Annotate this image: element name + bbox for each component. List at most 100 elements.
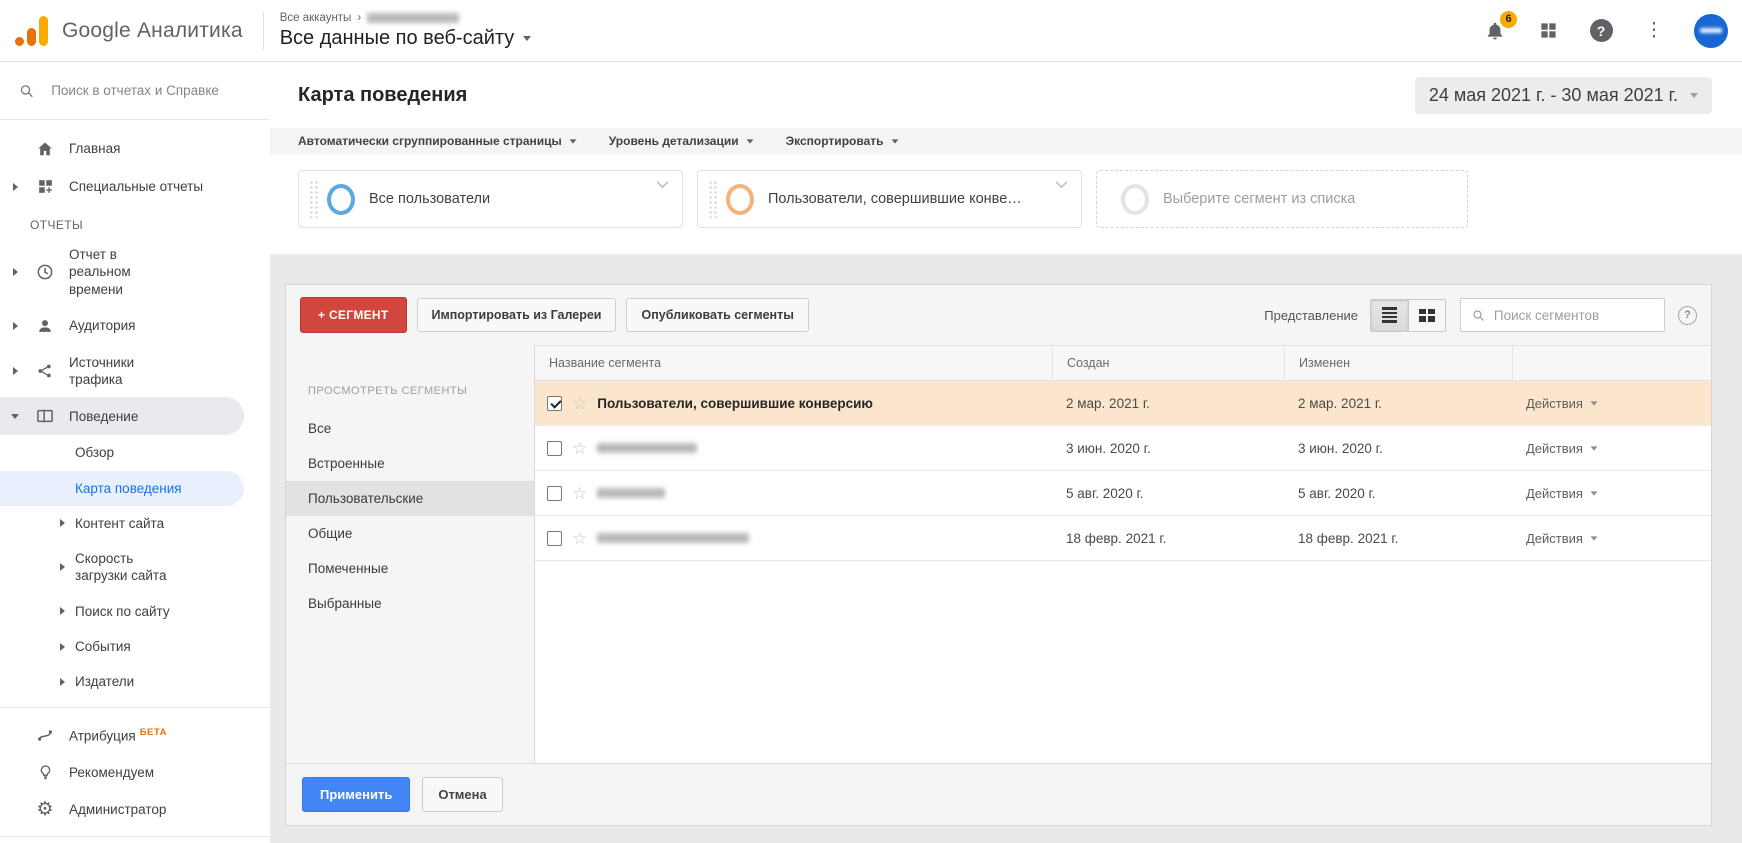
column-header-actions <box>1512 346 1711 380</box>
traffic-sources-icon <box>30 361 60 381</box>
row-checkbox[interactable] <box>547 441 562 456</box>
drag-handle-icon[interactable] <box>708 180 717 218</box>
chevron-down-icon <box>746 139 753 143</box>
sidebar-item-realtime[interactable]: Отчет в реальном времени <box>0 237 270 307</box>
actions-dropdown[interactable]: Действия <box>1512 531 1711 546</box>
row-checkbox[interactable] <box>547 396 562 411</box>
import-gallery-button[interactable]: Импортировать из Галереи <box>417 298 617 332</box>
sidebar-item-attribution[interactable]: АтрибуцияБЕТА <box>0 716 270 754</box>
segment-name-redacted <box>597 443 697 453</box>
custom-reports-icon <box>30 177 60 196</box>
table-row[interactable]: ☆ 18 февр. 2021 г. 18 февр. 2021 г. Дейс… <box>535 516 1711 561</box>
segment-chip-converters[interactable]: Пользователи, совершившие конве… <box>697 170 1082 228</box>
reports-search-input[interactable] <box>51 83 256 98</box>
sidebar-item-discover[interactable]: Рекомендуем <box>0 754 270 791</box>
add-segment-button[interactable]: + СЕГМЕНТ <box>300 297 407 333</box>
breadcrumb-all-accounts[interactable]: Все аккаунты <box>280 12 352 24</box>
apply-button[interactable]: Применить <box>302 777 410 812</box>
sidebar-item-acquisition[interactable]: Источники трафика <box>0 345 270 398</box>
apps-grid-button[interactable] <box>1535 18 1561 44</box>
segment-chip-all-users[interactable]: Все пользователи <box>298 170 683 228</box>
sidebar-item-publishers[interactable]: Издатели <box>0 664 270 699</box>
help-button[interactable]: ? <box>1588 18 1614 44</box>
list-view-button[interactable] <box>1371 300 1408 331</box>
sidebar-item-custom-reports[interactable]: Специальные отчеты <box>0 168 270 205</box>
segment-chip-placeholder[interactable]: Выберите сегмент из списка <box>1096 170 1468 228</box>
grid-view-button[interactable] <box>1408 300 1445 331</box>
segments-table: Название сегмента Создан Изменен ☆ Польз… <box>534 345 1711 763</box>
export-dropdown[interactable]: Экспортировать <box>786 134 899 148</box>
date-range-selector[interactable]: 24 мая 2021 г. - 30 мая 2021 г. <box>1415 77 1712 114</box>
filter-builtin[interactable]: Встроенные <box>286 446 534 481</box>
segment-search-input[interactable] <box>1494 308 1654 323</box>
search-icon <box>1471 307 1486 324</box>
sidebar-item-behavior-overview[interactable]: Обзор <box>0 435 270 470</box>
sidebar-search[interactable] <box>0 62 270 120</box>
chevron-down-icon <box>1591 401 1598 405</box>
actions-dropdown[interactable]: Действия <box>1512 441 1711 456</box>
expand-arrow-icon <box>60 643 65 651</box>
sidebar-item-admin[interactable]: ⚙ Администратор <box>0 791 270 828</box>
sidebar-item-site-search[interactable]: Поиск по сайту <box>0 594 270 629</box>
table-header-row: Название сегмента Создан Изменен <box>535 345 1711 381</box>
segment-search-box[interactable] <box>1460 298 1665 332</box>
table-row[interactable]: ☆ 3 июн. 2020 г. 3 июн. 2020 г. Действия <box>535 426 1711 471</box>
actions-dropdown[interactable]: Действия <box>1512 486 1711 501</box>
column-header-name[interactable]: Название сегмента <box>535 346 1052 380</box>
publish-segments-button[interactable]: Опубликовать сегменты <box>626 298 808 332</box>
row-checkbox[interactable] <box>547 531 562 546</box>
sidebar-item-events[interactable]: События <box>0 629 270 664</box>
realtime-clock-icon <box>30 262 60 282</box>
beta-badge: БЕТА <box>140 727 167 738</box>
page-title: Карта поведения <box>298 84 467 107</box>
sidebar-item-behavior[interactable]: Поведение <box>0 397 244 435</box>
star-icon[interactable]: ☆ <box>572 530 587 547</box>
sidebar-item-behavior-flow[interactable]: Карта поведения <box>0 471 244 506</box>
help-icon: ? <box>1590 19 1613 42</box>
sidebar-divider <box>0 836 270 837</box>
grouping-dropdown[interactable]: Автоматически сгруппированные страницы <box>298 134 577 148</box>
notifications-button[interactable]: 6 <box>1482 18 1508 44</box>
detail-level-dropdown[interactable]: Уровень детализации <box>609 134 754 148</box>
more-menu-button[interactable]: ⋮ <box>1641 18 1667 44</box>
segments-help-button[interactable]: ? <box>1678 306 1697 325</box>
expand-arrow-icon <box>60 678 65 686</box>
modified-date: 3 июн. 2020 г. <box>1284 441 1512 456</box>
view-mode-label: Представление <box>1264 308 1358 323</box>
account-avatar[interactable] <box>1694 14 1728 48</box>
table-row[interactable]: ☆ Пользователи, совершившие конверсию 2 … <box>535 381 1711 426</box>
help-icon: ? <box>1684 309 1691 321</box>
sidebar-item-site-speed[interactable]: Скорость загрузки сайта <box>0 541 270 594</box>
table-empty-area <box>535 561 1711 763</box>
column-header-modified[interactable]: Изменен <box>1284 346 1512 380</box>
created-date: 2 мар. 2021 г. <box>1052 396 1284 411</box>
search-icon <box>18 81 35 101</box>
table-row[interactable]: ☆ 5 авг. 2020 г. 5 авг. 2020 г. Действия <box>535 471 1711 516</box>
chevron-down-icon[interactable] <box>1054 180 1069 189</box>
property-view-selector[interactable]: Все данные по веб-сайту <box>280 27 532 50</box>
star-icon[interactable]: ☆ <box>572 395 587 412</box>
sidebar-item-site-content[interactable]: Контент сайта <box>0 506 270 541</box>
ga-logo-home-link[interactable]: Google Аналитика <box>0 14 259 48</box>
chevron-down-icon[interactable] <box>655 180 670 189</box>
drag-handle-icon[interactable] <box>309 180 318 218</box>
star-icon[interactable]: ☆ <box>572 485 587 502</box>
filter-custom[interactable]: Пользовательские <box>286 481 534 516</box>
sidebar-item-home[interactable]: Главная <box>0 130 270 168</box>
created-date: 5 авг. 2020 г. <box>1052 486 1284 501</box>
star-icon[interactable]: ☆ <box>572 440 587 457</box>
sidebar-item-audience[interactable]: Аудитория <box>0 307 270 345</box>
filter-selected[interactable]: Выбранные <box>286 586 534 621</box>
cancel-button[interactable]: Отмена <box>422 777 502 812</box>
column-header-created[interactable]: Создан <box>1052 346 1284 380</box>
filter-all[interactable]: Все <box>286 411 534 446</box>
chevron-down-icon <box>1591 491 1598 495</box>
filter-starred[interactable]: Помеченные <box>286 551 534 586</box>
filter-shared[interactable]: Общие <box>286 516 534 551</box>
date-range-value: 24 мая 2021 г. - 30 мая 2021 г. <box>1429 85 1678 106</box>
modified-date: 5 авг. 2020 г. <box>1284 486 1512 501</box>
row-checkbox[interactable] <box>547 486 562 501</box>
segment-name-redacted <box>597 533 749 543</box>
breadcrumb: Все аккаунты › Все данные по веб-сайту <box>280 12 532 50</box>
actions-dropdown[interactable]: Действия <box>1512 396 1711 411</box>
